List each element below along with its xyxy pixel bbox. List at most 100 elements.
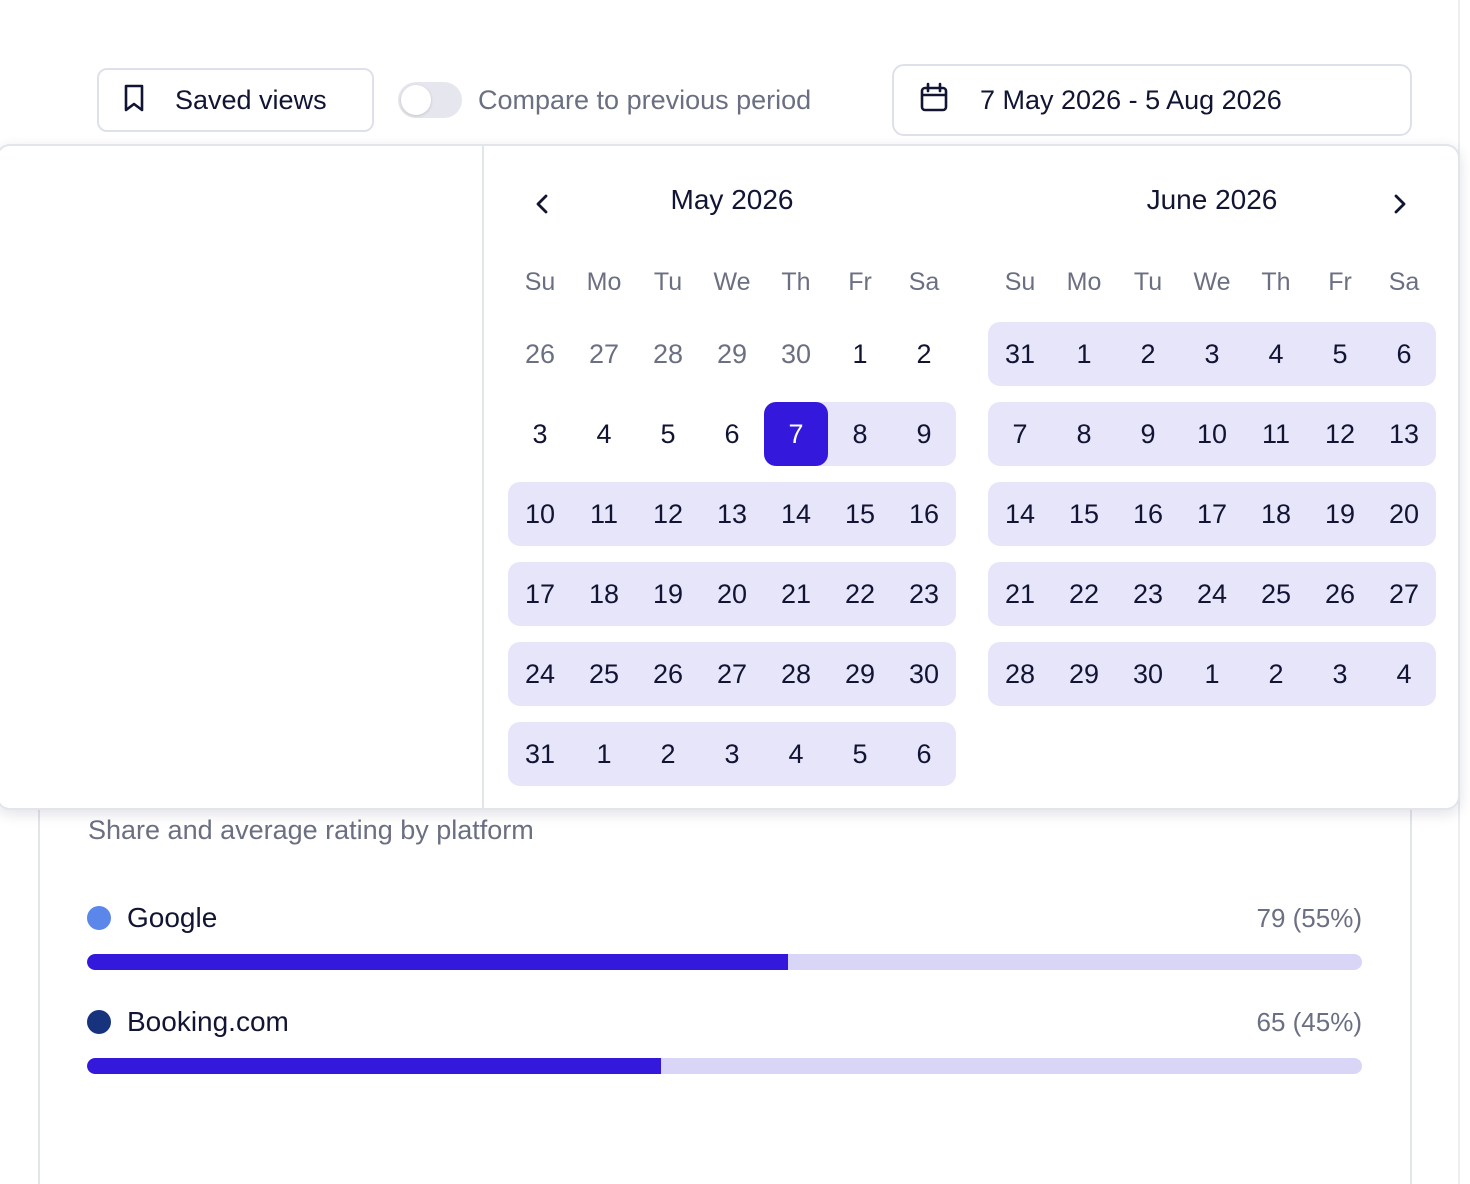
day-cell[interactable]: 14 [988, 482, 1052, 546]
weekday-header: Su Mo Tu We Th Fr Sa [988, 268, 1436, 297]
saved-views-button[interactable]: Saved views [97, 68, 374, 132]
day-cell[interactable]: 27 [700, 642, 764, 706]
day-cell[interactable]: 9 [1116, 402, 1180, 466]
day-cell[interactable]: 17 [1180, 482, 1244, 546]
day-cell[interactable]: 25 [1244, 562, 1308, 626]
day-cell[interactable]: 3 [1308, 642, 1372, 706]
day-cell[interactable]: 31 [508, 722, 572, 786]
week-row: 24 25 26 27 28 29 30 [508, 642, 956, 706]
platform-name: Google [127, 902, 218, 933]
date-range-label: 7 May 2026 - 5 Aug 2026 [980, 84, 1282, 115]
date-range-button[interactable]: 7 May 2026 - 5 Aug 2026 [892, 64, 1412, 136]
day-cell[interactable]: 27 [1372, 562, 1436, 626]
day-cell[interactable]: 20 [700, 562, 764, 626]
day-cell[interactable]: 16 [1116, 482, 1180, 546]
day-cell[interactable]: 14 [764, 482, 828, 546]
day-cell[interactable]: 6 [700, 402, 764, 466]
day-cell[interactable]: 28 [764, 642, 828, 706]
day-cell[interactable]: 15 [828, 482, 892, 546]
day-cell[interactable]: 7 [988, 402, 1052, 466]
day-cell[interactable]: 2 [1116, 322, 1180, 386]
compare-toggle[interactable] [398, 82, 462, 118]
day-cell[interactable]: 25 [572, 642, 636, 706]
week-row: 31 1 2 3 4 5 6 [988, 322, 1436, 386]
day-cell[interactable]: 2 [636, 722, 700, 786]
weekday-label: Su [1004, 268, 1036, 296]
day-cell[interactable]: 3 [1180, 322, 1244, 386]
day-cell[interactable]: 2 [1244, 642, 1308, 706]
day-cell[interactable]: 30 [892, 642, 956, 706]
day-cell[interactable]: 10 [1180, 402, 1244, 466]
weekday-label: We [1193, 268, 1231, 296]
day-cell[interactable]: 23 [892, 562, 956, 626]
week-row: 31 1 2 3 4 5 6 [508, 722, 956, 786]
day-cell[interactable]: 7 [764, 402, 828, 466]
day-cell[interactable]: 6 [1372, 322, 1436, 386]
day-cell[interactable]: 29 [828, 642, 892, 706]
day-cell[interactable]: 4 [1244, 322, 1308, 386]
weekday-label: Sa [1388, 268, 1420, 296]
day-cell[interactable]: 30 [764, 322, 828, 386]
day-cell[interactable]: 8 [1052, 402, 1116, 466]
day-cell[interactable]: 2 [892, 322, 956, 386]
day-cell[interactable]: 5 [828, 722, 892, 786]
day-cell[interactable]: 18 [1244, 482, 1308, 546]
day-cell[interactable]: 3 [700, 722, 764, 786]
day-cell[interactable]: 12 [1308, 402, 1372, 466]
day-cell[interactable]: 17 [508, 562, 572, 626]
day-cell[interactable]: 28 [988, 642, 1052, 706]
day-cell[interactable]: 26 [636, 642, 700, 706]
day-cell[interactable]: 30 [1116, 642, 1180, 706]
day-cell[interactable]: 19 [1308, 482, 1372, 546]
day-cell[interactable]: 5 [636, 402, 700, 466]
day-cell[interactable]: 1 [572, 722, 636, 786]
platform-name: Booking.com [127, 1006, 289, 1037]
day-cell[interactable]: 13 [1372, 402, 1436, 466]
day-cell[interactable]: 23 [1116, 562, 1180, 626]
day-cell[interactable]: 26 [508, 322, 572, 386]
day-cell[interactable]: 27 [572, 322, 636, 386]
day-cell[interactable]: 4 [764, 722, 828, 786]
day-cell[interactable]: 3 [508, 402, 572, 466]
day-cell[interactable]: 22 [828, 562, 892, 626]
day-cell[interactable]: 9 [892, 402, 956, 466]
compare-label: Compare to previous period [478, 84, 812, 115]
day-cell[interactable]: 11 [572, 482, 636, 546]
next-month-button[interactable] [1382, 186, 1418, 222]
day-cell[interactable]: 24 [1180, 562, 1244, 626]
day-cell[interactable]: 29 [1052, 642, 1116, 706]
day-cell[interactable]: 10 [508, 482, 572, 546]
day-cell[interactable]: 26 [1308, 562, 1372, 626]
week-row: 10 11 12 13 14 15 16 [508, 482, 956, 546]
day-cell[interactable]: 19 [636, 562, 700, 626]
day-cell[interactable]: 16 [892, 482, 956, 546]
day-cell[interactable]: 28 [636, 322, 700, 386]
day-cell[interactable]: 21 [764, 562, 828, 626]
google-legend-dot [87, 906, 111, 930]
day-cell[interactable]: 20 [1372, 482, 1436, 546]
day-cell[interactable]: 1 [828, 322, 892, 386]
day-cell[interactable]: 29 [700, 322, 764, 386]
day-cell[interactable]: 1 [1052, 322, 1116, 386]
day-cell[interactable]: 8 [828, 402, 892, 466]
day-cell[interactable]: 13 [700, 482, 764, 546]
platform-value: 79 (55%) [1256, 902, 1363, 933]
weekday-label: Th [1261, 268, 1291, 296]
month-grid: 26 27 28 29 30 1 2 3 4 5 6 7 8 9 10 11 12 13 14 15 16 17 18 19 2… [508, 322, 956, 802]
day-cell[interactable]: 11 [1244, 402, 1308, 466]
weekday-label: Mo [1066, 268, 1102, 296]
day-cell[interactable]: 4 [572, 402, 636, 466]
week-row: 3456789 [508, 402, 956, 466]
day-cell[interactable]: 24 [508, 642, 572, 706]
day-cell[interactable]: 4 [1372, 642, 1436, 706]
day-cell[interactable]: 5 [1308, 322, 1372, 386]
day-cell[interactable]: 21 [988, 562, 1052, 626]
day-cell[interactable]: 15 [1052, 482, 1116, 546]
week-row: 26 27 28 29 30 1 2 [508, 322, 956, 386]
day-cell[interactable]: 31 [988, 322, 1052, 386]
day-cell[interactable]: 22 [1052, 562, 1116, 626]
day-cell[interactable]: 1 [1180, 642, 1244, 706]
day-cell[interactable]: 18 [572, 562, 636, 626]
day-cell[interactable]: 6 [892, 722, 956, 786]
day-cell[interactable]: 12 [636, 482, 700, 546]
